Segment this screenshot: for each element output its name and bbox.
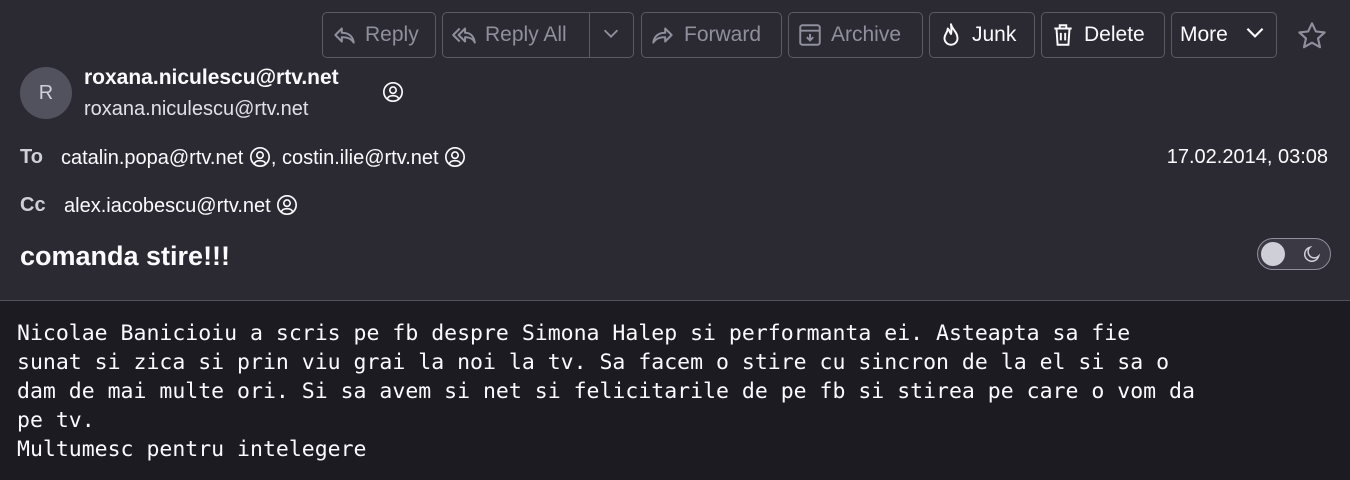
- recipient[interactable]: costin.ilie@rtv.net: [282, 147, 439, 169]
- cc-label: Cc: [20, 194, 46, 216]
- more-button[interactable]: More: [1171, 12, 1277, 58]
- address-book-icon[interactable]: [249, 146, 271, 168]
- junk-button[interactable]: Junk: [929, 12, 1035, 58]
- avatar-initial: R: [38, 81, 54, 104]
- message-date: 17.02.2014, 03:08: [1166, 146, 1328, 168]
- address-book-icon[interactable]: [444, 146, 466, 168]
- dark-mode-toggle[interactable]: [1257, 238, 1331, 270]
- address-book-icon[interactable]: [382, 81, 404, 103]
- message-subject: comanda stire!!!: [20, 241, 231, 271]
- recipient[interactable]: catalin.popa@rtv.net: [61, 147, 243, 169]
- forward-label: Forward: [684, 23, 762, 46]
- more-label: More: [1180, 23, 1228, 46]
- sender-address[interactable]: roxana.niculescu@rtv.net: [84, 98, 308, 121]
- to-recipients: catalin.popa@rtv.net , costin.ilie@rtv.n…: [61, 146, 466, 170]
- avatar: R: [20, 67, 72, 119]
- forward-icon: [650, 22, 676, 48]
- message-body: Nicolae Banicioiu a scris pe fb despre S…: [0, 300, 1350, 480]
- trash-icon: [1050, 22, 1076, 48]
- forward-button[interactable]: Forward: [641, 12, 782, 58]
- archive-button[interactable]: Archive: [788, 12, 923, 58]
- reply-label: Reply: [365, 23, 419, 46]
- message-header: Reply Reply All Forward Archive Junk Del…: [0, 0, 1350, 300]
- cc-recipients: alex.iacobescu@rtv.net: [64, 194, 298, 218]
- sender-name[interactable]: roxana.niculescu@rtv.net: [84, 66, 339, 90]
- message-body-text: Nicolae Banicioiu a scris pe fb despre S…: [17, 321, 1195, 462]
- archive-icon: [797, 22, 823, 48]
- chevron-down-icon: [600, 22, 622, 49]
- chevron-down-icon: [1242, 19, 1268, 51]
- reply-all-label: Reply All: [485, 23, 567, 46]
- junk-label: Junk: [972, 23, 1017, 46]
- address-book-icon[interactable]: [276, 194, 298, 216]
- delete-label: Delete: [1084, 23, 1145, 46]
- star-icon[interactable]: [1296, 20, 1328, 52]
- recipient-separator: ,: [270, 147, 282, 169]
- reply-all-icon: [451, 22, 477, 48]
- delete-button[interactable]: Delete: [1041, 12, 1165, 58]
- to-label: To: [20, 146, 43, 168]
- recipient[interactable]: alex.iacobescu@rtv.net: [64, 195, 271, 217]
- toggle-knob: [1261, 242, 1285, 266]
- moon-icon: [1302, 244, 1322, 264]
- flame-icon: [938, 22, 964, 48]
- archive-label: Archive: [831, 23, 902, 46]
- reply-icon: [331, 22, 357, 48]
- reply-all-button[interactable]: Reply All: [442, 12, 590, 58]
- reply-all-dropdown[interactable]: [588, 12, 634, 58]
- reply-button[interactable]: Reply: [322, 12, 436, 58]
